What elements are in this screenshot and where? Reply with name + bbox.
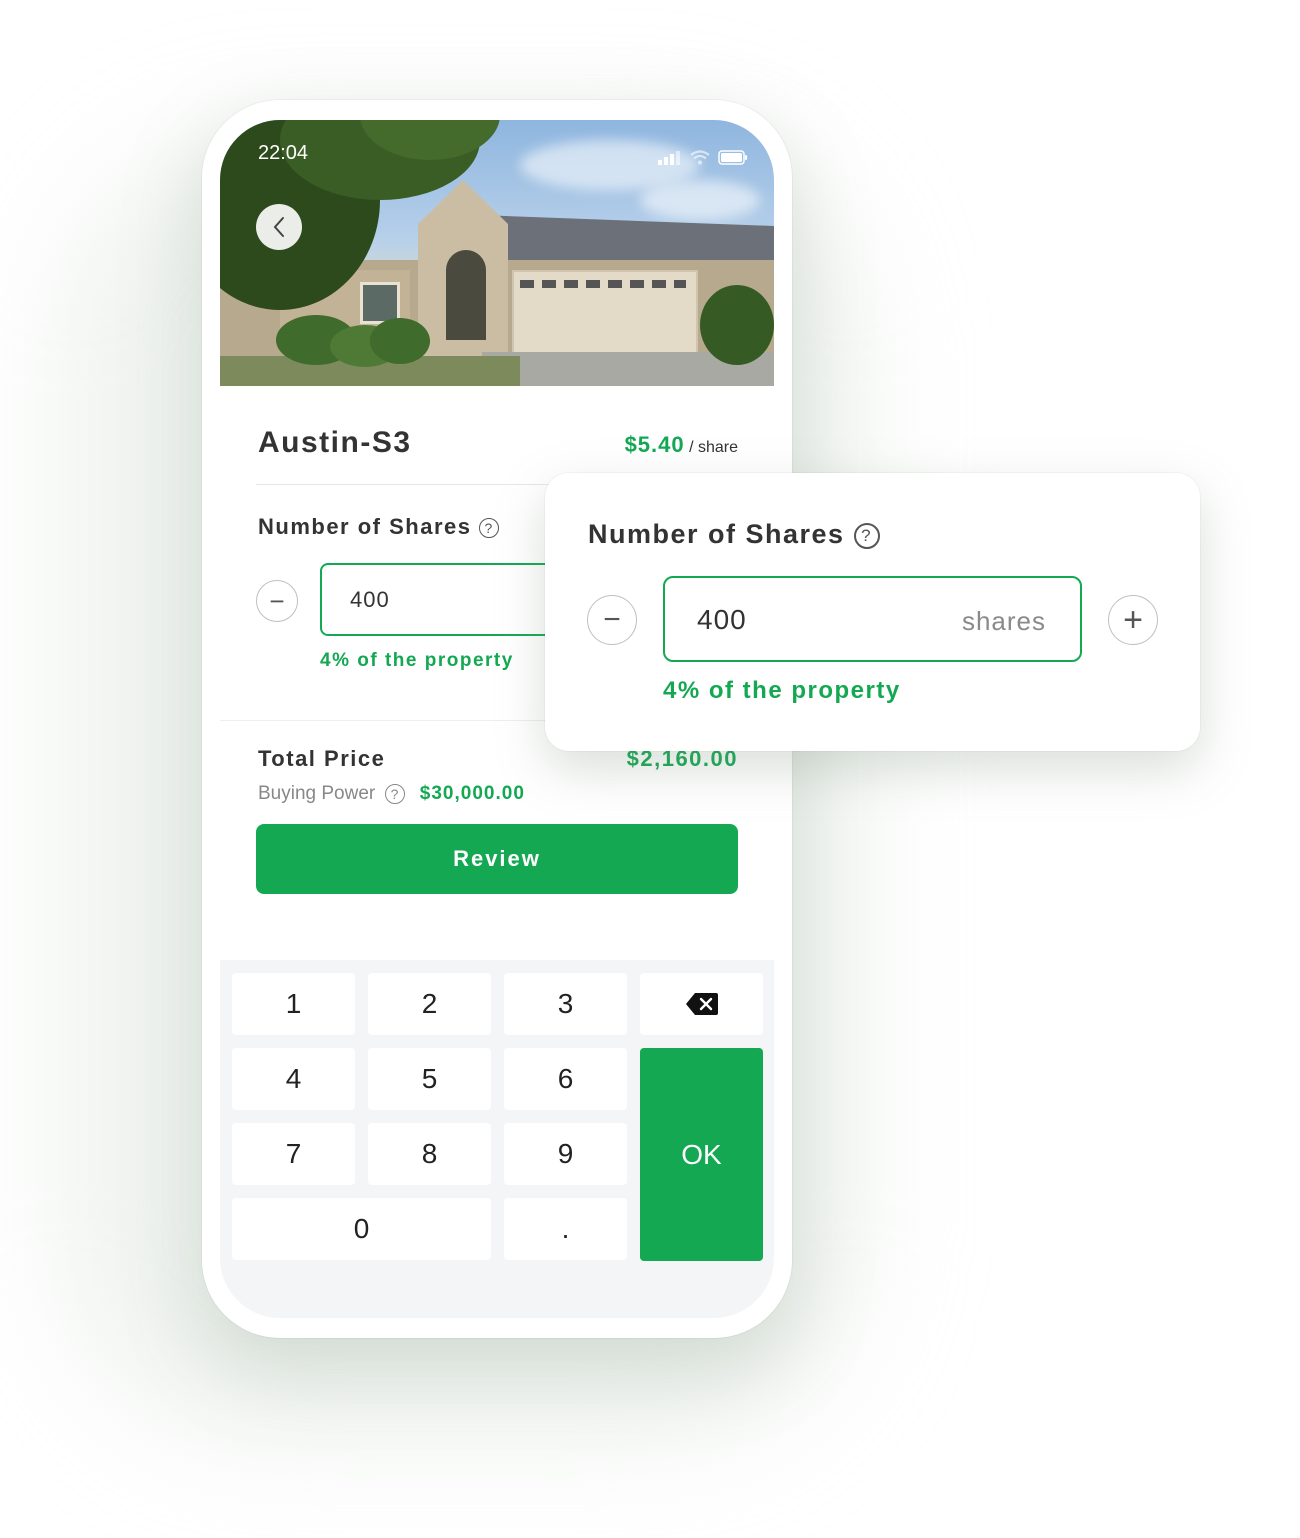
buying-power-value: $30,000.00: [419, 783, 525, 804]
key-6[interactable]: 6: [504, 1048, 627, 1110]
numeric-keypad: 1 2 3 4 5 6 OK 7 8 9 0 .: [220, 960, 774, 1318]
chevron-left-icon: [273, 217, 284, 237]
minus-icon: −: [603, 603, 621, 636]
buying-power: Buying Power ? $30,000.00: [258, 783, 525, 805]
shares-label-text: Number of Shares: [258, 514, 472, 539]
help-icon[interactable]: ?: [479, 518, 500, 539]
share-price: $5.40 / share: [625, 432, 738, 458]
property-name: Austin-S3: [258, 426, 412, 459]
shares-input-value: 400: [350, 587, 390, 612]
key-2[interactable]: 2: [368, 973, 491, 1035]
share-price-unit: / share: [689, 439, 738, 456]
shares-label: Number of Shares ?: [588, 519, 880, 550]
review-button[interactable]: Review: [256, 824, 738, 894]
signal-icon: [658, 147, 682, 165]
backspace-icon: [685, 993, 718, 1015]
key-1[interactable]: 1: [232, 973, 355, 1035]
increment-button[interactable]: +: [1108, 595, 1158, 645]
shares-label-text: Number of Shares: [588, 519, 845, 549]
share-price-value: $5.40: [624, 432, 685, 457]
key-4[interactable]: 4: [232, 1048, 355, 1110]
shares-input-value: 400: [697, 604, 747, 635]
help-icon[interactable]: ?: [853, 522, 880, 549]
key-backspace[interactable]: [640, 973, 763, 1035]
shares-zoom-card: Number of Shares ? − 400 shares + 4% of …: [545, 473, 1200, 751]
minus-icon: −: [269, 585, 285, 616]
key-8[interactable]: 8: [368, 1123, 491, 1185]
total-price-label: Total Price: [258, 746, 386, 771]
key-0[interactable]: 0: [232, 1198, 491, 1260]
key-7[interactable]: 7: [232, 1123, 355, 1185]
status-icons: [658, 147, 748, 165]
key-5[interactable]: 5: [368, 1048, 491, 1110]
key-9[interactable]: 9: [504, 1123, 627, 1185]
shares-label: Number of Shares ?: [258, 514, 500, 540]
decrement-button[interactable]: −: [256, 580, 298, 622]
ownership-percent: 4% of the property: [663, 677, 901, 704]
key-3[interactable]: 3: [504, 973, 627, 1035]
decrement-button[interactable]: −: [587, 595, 637, 645]
shares-input[interactable]: 400 shares: [663, 576, 1082, 662]
buying-power-label: Buying Power: [258, 783, 376, 804]
ownership-percent: 4% of the property: [320, 650, 514, 671]
status-time: 22:04: [258, 142, 309, 164]
help-icon[interactable]: ?: [384, 783, 405, 804]
wifi-icon: [690, 150, 710, 165]
shares-unit: shares: [961, 606, 1046, 636]
key-decimal[interactable]: .: [504, 1198, 627, 1260]
ok-key[interactable]: OK: [640, 1048, 763, 1261]
back-button[interactable]: [256, 204, 302, 250]
battery-icon: [718, 150, 747, 165]
plus-icon: +: [1123, 600, 1143, 639]
